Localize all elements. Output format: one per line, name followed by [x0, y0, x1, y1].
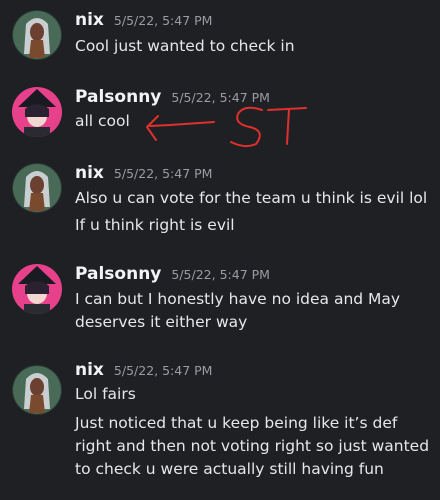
avatar-nix[interactable] [12, 163, 62, 213]
message-text: I can but I honestly have no idea and Ma… [75, 290, 401, 331]
message-text: If u think right is evil [75, 216, 235, 234]
message-text: Also u can vote for the team u think is … [75, 189, 428, 207]
username[interactable]: Palsonny [75, 264, 161, 284]
timestamp: 5/5/22, 5:47 PM [171, 267, 270, 282]
username[interactable]: nix [75, 360, 104, 380]
message-text: Lol fairs [75, 385, 136, 403]
timestamp: 5/5/22, 5:47 PM [113, 363, 213, 378]
avatar-palsonny[interactable] [12, 264, 62, 314]
username[interactable]: nix [75, 163, 104, 183]
message-text: Just noticed that u keep being like it’s… [75, 414, 430, 478]
avatar-nix[interactable] [12, 365, 62, 415]
timestamp: 5/5/22, 5:47 PM [113, 166, 213, 181]
